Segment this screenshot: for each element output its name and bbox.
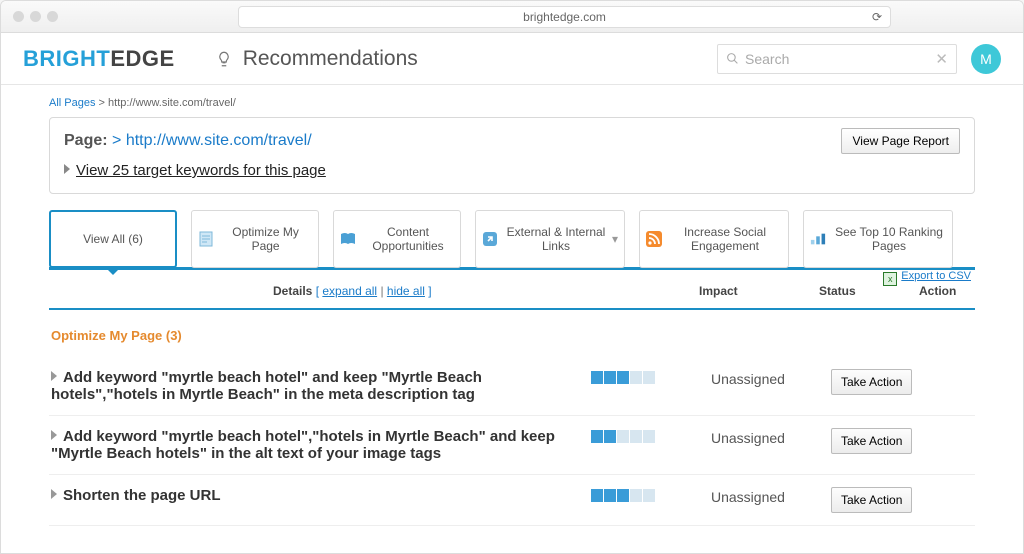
recommendation-row: Shorten the page URL UnassignedTake Actio…	[49, 475, 975, 526]
recommendation-desc[interactable]: Add keyword "myrtle beach hotel","hotels…	[51, 428, 591, 462]
recommendation-desc[interactable]: Shorten the page URL	[51, 487, 591, 504]
take-action-button[interactable]: Take Action	[831, 369, 912, 395]
impact-bars	[591, 369, 711, 384]
tab-content-opportunities[interactable]: Content Opportunities	[333, 210, 461, 268]
window-controls[interactable]	[13, 11, 58, 22]
link-icon	[482, 231, 498, 247]
page-title: Recommendations	[243, 47, 418, 71]
tab-increase-social[interactable]: Increase Social Engagement	[639, 210, 789, 268]
address-domain: brightedge.com	[523, 10, 606, 24]
impact-bars	[591, 428, 711, 443]
col-impact: Impact	[699, 284, 738, 298]
lightbulb-icon	[215, 50, 233, 68]
recommendation-desc[interactable]: Add keyword "myrtle beach hotel" and kee…	[51, 369, 591, 403]
status-text: Unassigned	[711, 369, 831, 387]
recommendation-row: Add keyword "myrtle beach hotel","hotels…	[49, 416, 975, 475]
tab-top-ranking-pages[interactable]: See Top 10 Ranking Pages	[803, 210, 953, 268]
recommendation-list: Add keyword "myrtle beach hotel" and kee…	[49, 357, 975, 526]
ranking-icon	[810, 231, 826, 247]
status-text: Unassigned	[711, 487, 831, 505]
impact-bars	[591, 487, 711, 502]
breadcrumb-root[interactable]: All Pages	[49, 97, 95, 109]
app-header: BRIGHTEDGE Recommendations Search ✕ M	[1, 33, 1023, 85]
page-label: Page: > http://www.site.com/travel/	[64, 132, 312, 150]
expand-all-link[interactable]: expand all	[322, 284, 377, 298]
address-bar[interactable]: brightedge.com ⟳	[238, 6, 891, 28]
search-icon	[726, 52, 739, 65]
breadcrumb: All Pages > http://www.site.com/travel/	[49, 97, 975, 109]
user-avatar[interactable]: M	[971, 44, 1001, 74]
browser-chrome: brightedge.com ⟳	[1, 1, 1023, 33]
col-status: Status	[819, 284, 856, 298]
hide-all-link[interactable]: hide all	[387, 284, 425, 298]
excel-icon: x	[883, 272, 897, 286]
clear-search-icon[interactable]: ✕	[935, 50, 948, 68]
chevron-down-icon: ▾	[612, 232, 618, 246]
tab-external-internal-links[interactable]: External & Internal Links ▾	[475, 210, 625, 268]
col-action: Action	[919, 284, 956, 298]
target-keywords-link[interactable]: View 25 target keywords for this page	[64, 162, 960, 179]
header-rule	[49, 308, 975, 310]
reload-icon[interactable]: ⟳	[872, 10, 882, 24]
app-window: brightedge.com ⟳ BRIGHTEDGE Recommendati…	[0, 0, 1024, 554]
tab-view-all[interactable]: View All (6)	[49, 210, 177, 268]
recommendation-row: Add keyword "myrtle beach hotel" and kee…	[49, 357, 975, 416]
page-info-panel: Page: > http://www.site.com/travel/ View…	[49, 117, 975, 194]
status-text: Unassigned	[711, 428, 831, 446]
breadcrumb-path: http://www.site.com/travel/	[108, 97, 236, 109]
expand-icon	[51, 371, 57, 381]
filter-tabs: View All (6) Optimize My Page Content Op…	[49, 210, 975, 268]
book-icon	[340, 231, 356, 247]
col-details: Details [ expand all | hide all ]	[273, 284, 432, 298]
page-icon	[198, 231, 213, 247]
take-action-button[interactable]: Take Action	[831, 428, 912, 454]
rss-icon	[646, 231, 662, 247]
minimize-dot[interactable]	[30, 11, 41, 22]
page-url-link[interactable]: http://www.site.com/travel/	[126, 132, 312, 149]
expand-icon	[51, 430, 57, 440]
expand-icon	[51, 489, 57, 499]
expand-icon	[64, 164, 70, 174]
brand-logo[interactable]: BRIGHTEDGE	[23, 46, 175, 72]
tab-optimize-my-page[interactable]: Optimize My Page	[191, 210, 319, 268]
search-placeholder: Search	[745, 51, 789, 67]
close-dot[interactable]	[13, 11, 24, 22]
view-page-report-button[interactable]: View Page Report	[841, 128, 960, 154]
search-input[interactable]: Search ✕	[717, 44, 957, 74]
zoom-dot[interactable]	[47, 11, 58, 22]
main-content: All Pages > http://www.site.com/travel/ …	[1, 85, 1023, 526]
take-action-button[interactable]: Take Action	[831, 487, 912, 513]
column-headers: xExport to CSV Details [ expand all | hi…	[49, 284, 975, 308]
section-title: Optimize My Page (3)	[51, 328, 975, 343]
